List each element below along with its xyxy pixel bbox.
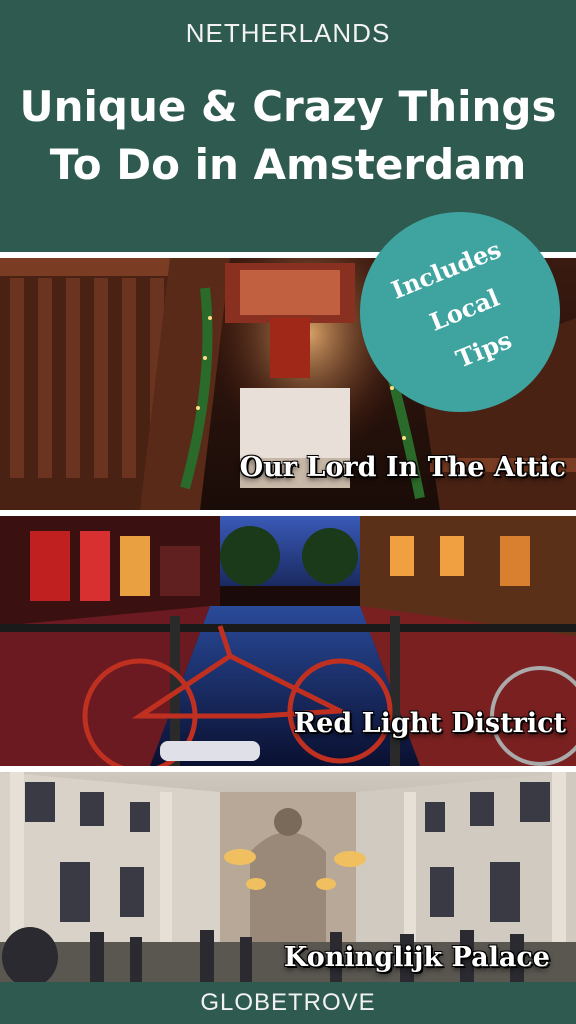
- country-label: NETHERLANDS: [185, 18, 391, 48]
- photo-caption: Red Light District: [293, 708, 566, 739]
- photo-caption: Our Lord In The Attic: [239, 452, 566, 483]
- page-title: Unique & Crazy Things To Do in Amsterdam: [0, 78, 576, 194]
- title-line-2: To Do in Amsterdam: [49, 140, 527, 189]
- title-line-1: Unique & Crazy Things: [19, 82, 557, 131]
- photo-caption: Koninglijk Palace: [283, 942, 550, 973]
- local-tips-badge: Includes Local Tips: [360, 212, 560, 412]
- brand-footer: GLOBETROVE: [0, 982, 576, 1024]
